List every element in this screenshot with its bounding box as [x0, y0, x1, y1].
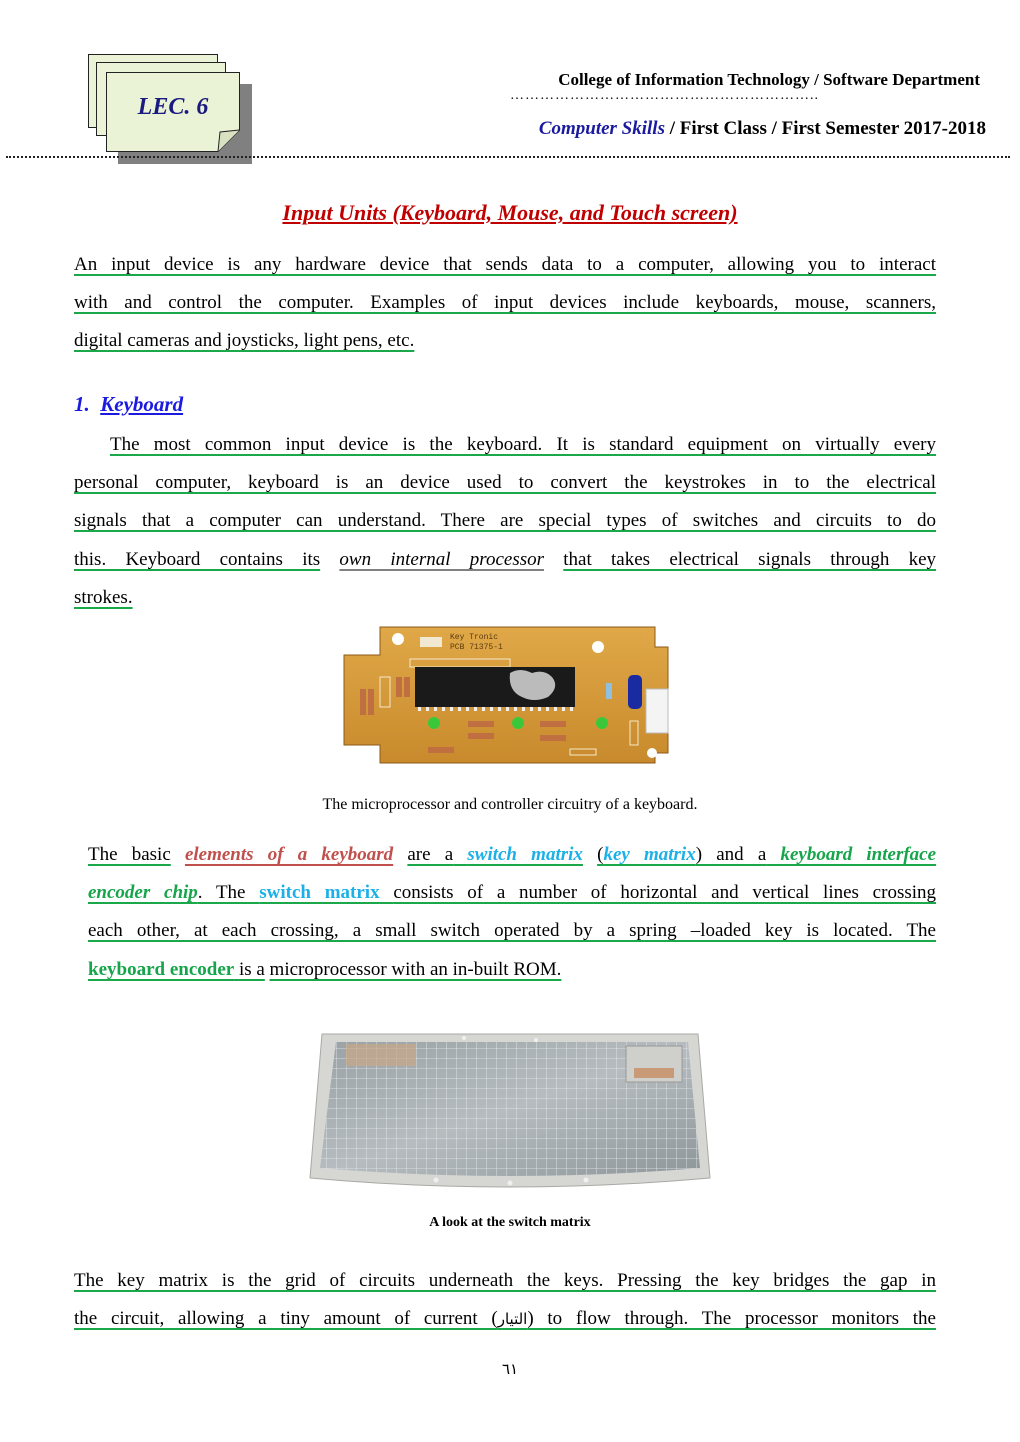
keyboard-line: this. Keyboard contains its own internal…	[74, 548, 936, 572]
course-info: Computer Skills / First Class / First Se…	[539, 118, 986, 140]
keyboard-line: strokes.	[74, 586, 936, 610]
board-label: PCB 71375-1	[450, 643, 503, 652]
keyboard-line: personal computer, keyboard is an device…	[74, 471, 936, 495]
term-key-matrix: key matrix	[603, 844, 696, 865]
keyboard-line: signals that a computer can understand. …	[74, 509, 936, 533]
term-encoder-chip: encoder chip	[88, 882, 198, 903]
elements-text: each other, at each crossing, a small sw…	[88, 920, 936, 941]
term-keyboard-encoder: keyboard encoder	[88, 959, 235, 980]
page-number: ٦١	[501, 1362, 519, 1378]
lecture-badge: LEC. 6	[86, 52, 252, 164]
key-matrix-line: the circuit, allowing a tiny amount of c…	[74, 1307, 936, 1331]
badge-front-card: LEC. 6	[106, 72, 240, 152]
keyboard-text: this. Keyboard contains its	[74, 549, 321, 570]
term-elements-of-keyboard: elements of a keyboard	[184, 844, 394, 865]
switch-matrix-image	[296, 1028, 724, 1196]
college-department: College of Information Technology / Soft…	[558, 70, 980, 89]
page-title: Input Units (Keyboard, Mouse, and Touch …	[282, 200, 738, 225]
intro-line: with and control the computer. Examples …	[74, 291, 936, 315]
keyboard-text: signals that a computer can understand. …	[74, 510, 936, 531]
elements-line: encoder chip. The switch matrix consists…	[88, 881, 936, 905]
course-details: / First Class / First Semester 2017-2018	[664, 118, 986, 139]
keyboard-line: The most common input device is the keyb…	[110, 433, 936, 457]
term-keyboard-interface: keyboard interface	[780, 844, 937, 865]
intro-text: with and control the computer. Examples …	[74, 292, 936, 313]
intro-text: digital cameras and joysticks, light pen…	[74, 330, 415, 351]
elements-line: keyboard encoder is a microprocessor wit…	[88, 958, 936, 982]
keyboard-circuit-image: Key Tronic PCB 71375-1	[340, 625, 684, 765]
elements-text: consists of a number of horizontal and v…	[393, 882, 937, 903]
arabic-term-current: التيار	[497, 1310, 528, 1328]
intro-line: An input device is any hardware device t…	[74, 253, 936, 277]
elements-text: microprocessor with an in-built ROM.	[269, 959, 562, 980]
figure-caption-circuit: The microprocessor and controller circui…	[322, 796, 698, 813]
elements-text: The basic	[88, 844, 171, 865]
elements-text: ) and a	[695, 844, 767, 865]
elements-text: . The	[197, 882, 246, 903]
keyboard-text: personal computer, keyboard is an device…	[74, 472, 936, 493]
section-number: 1.	[74, 392, 90, 416]
intro-line: digital cameras and joysticks, light pen…	[74, 329, 936, 353]
keyboard-text: that takes electrical signals through ke…	[563, 549, 937, 570]
keyboard-text: The most common input device is the keyb…	[110, 434, 936, 455]
lecture-number: LEC. 6	[137, 94, 209, 120]
elements-text: are a	[407, 844, 454, 865]
emphasis-internal-processor: own internal processor	[339, 549, 545, 570]
section-heading-keyboard: 1. Keyboard	[74, 392, 183, 417]
course-name: Computer Skills	[538, 118, 665, 139]
intro-text: An input device is any hardware device t…	[74, 254, 936, 275]
key-matrix-text: ) to flow through. The processor monitor…	[527, 1308, 936, 1329]
key-matrix-text: the circuit, allowing a tiny amount of c…	[74, 1308, 498, 1329]
figure-caption-switch-matrix: A look at the switch matrix	[429, 1215, 591, 1230]
header-dots: ……………………………………………………..	[510, 88, 819, 103]
header-divider	[6, 156, 1010, 158]
section-title: Keyboard	[100, 392, 184, 416]
board-label: Key Tronic	[450, 633, 498, 642]
elements-text: is a	[238, 959, 265, 980]
key-matrix-line: The key matrix is the grid of circuits u…	[74, 1269, 936, 1293]
term-switch-matrix: switch matrix	[259, 882, 380, 903]
elements-line: each other, at each crossing, a small sw…	[88, 919, 936, 943]
elements-line: The basic elements of a keyboard are a s…	[88, 843, 936, 867]
keyboard-text: strokes.	[74, 587, 133, 608]
term-switch-matrix: switch matrix	[467, 844, 583, 865]
key-matrix-text: The key matrix is the grid of circuits u…	[74, 1270, 936, 1291]
